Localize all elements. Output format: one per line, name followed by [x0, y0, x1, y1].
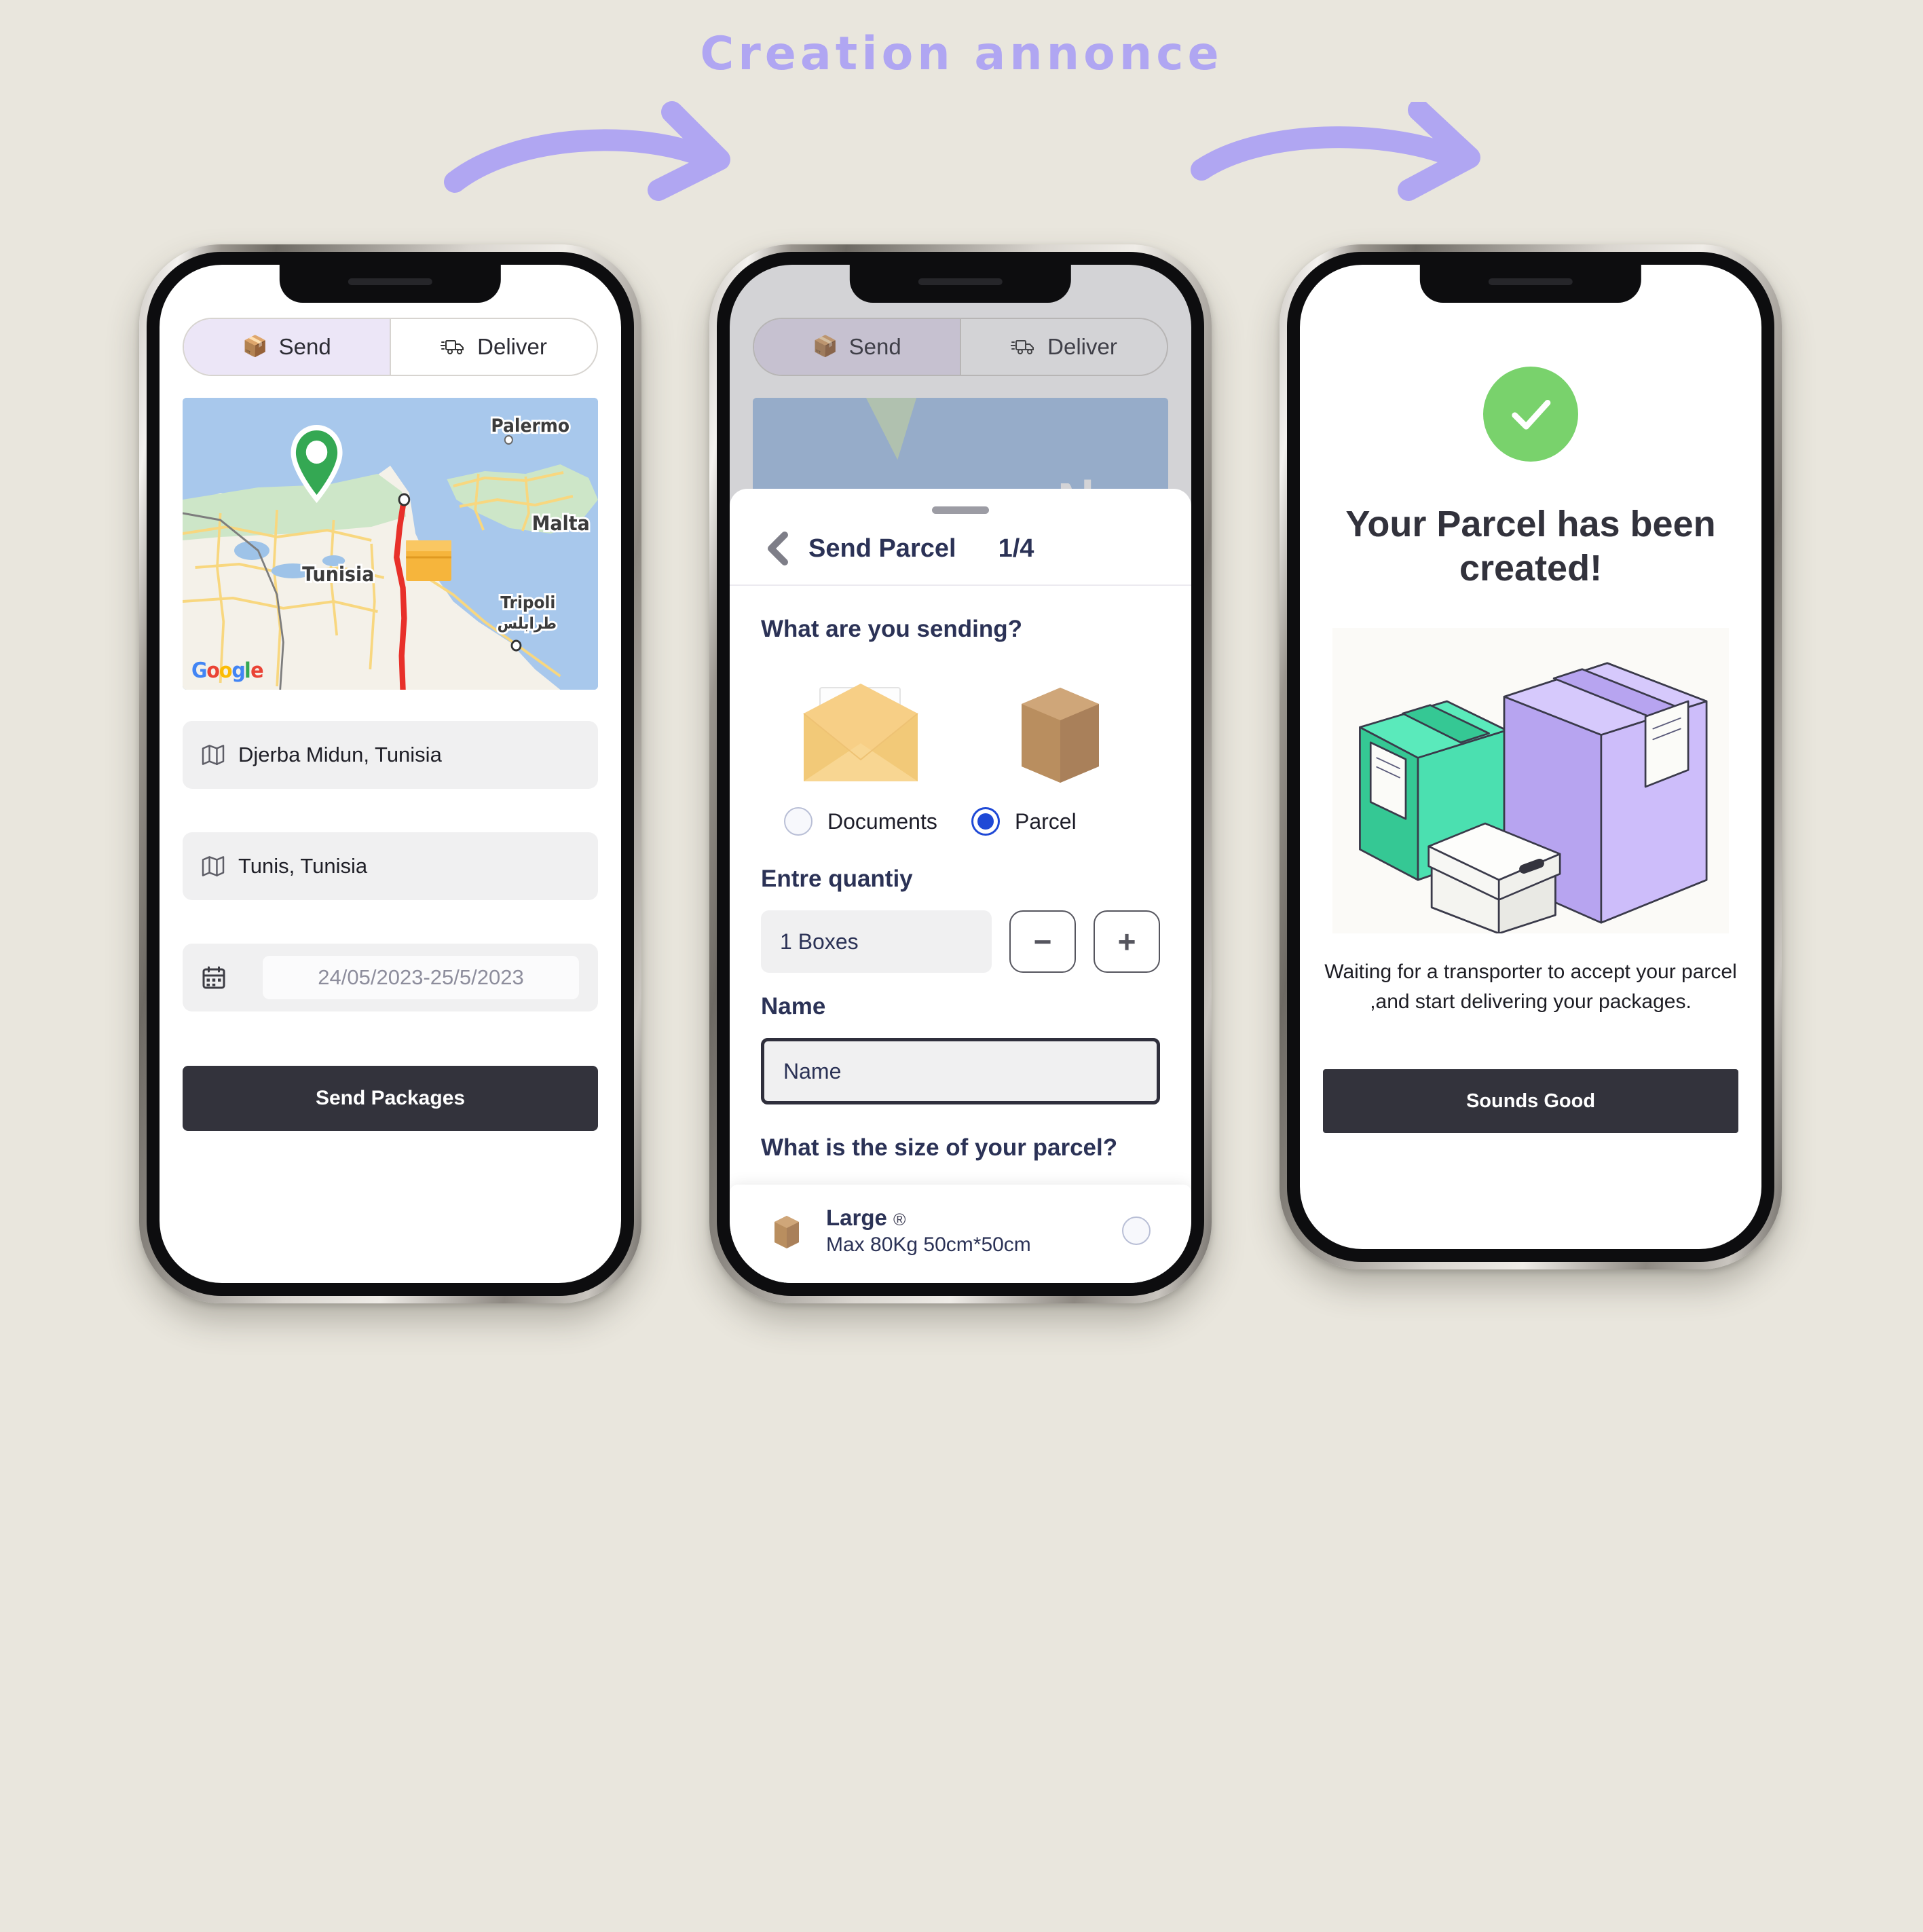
dropoff-location-value: Tunis, Tunisia [238, 854, 368, 878]
parcel-type-group: Documents Parcel [761, 666, 1160, 836]
date-range-field[interactable]: 24/05/2023-25/5/2023 [183, 944, 598, 1011]
svg-text:e: e [250, 658, 263, 683]
pickup-location-field[interactable]: Djerba Midun, Tunisia [183, 721, 598, 789]
quantity-stepper: 1 Boxes − + [761, 910, 1160, 973]
size-options-card: Large ® Max 80Kg 50cm*50cm XLarge ® [730, 1185, 1191, 1283]
notch [849, 265, 1072, 303]
package-marker [406, 540, 451, 581]
sending-question: What are you sending? [761, 616, 1023, 642]
send-packages-button[interactable]: Send Packages [183, 1066, 598, 1131]
phone-1-screen: 📦 Send Deliver Palermo Malta Tunisia Tri… [160, 265, 621, 1283]
route-map[interactable]: Palermo Malta Tunisia Tripoli طرابلس Go … [183, 398, 598, 690]
parcel-label: Parcel [1015, 809, 1077, 834]
envelope-icon [793, 666, 929, 787]
phone-3-screen: Your Parcel has been created! Waiting fo… [1300, 265, 1761, 1249]
speaker-grill [918, 278, 1003, 285]
documents-label: Documents [827, 809, 937, 834]
registered-icon: ® [893, 1210, 906, 1229]
name-input[interactable]: Name [761, 1038, 1160, 1104]
speaker-grill [348, 278, 432, 285]
phone-1-frame: 📦 Send Deliver Palermo Malta Tunisia Tri… [139, 244, 641, 1303]
documents-radio-row[interactable]: Documents [784, 807, 937, 836]
svg-text:Malta: Malta [532, 512, 590, 535]
sounds-good-button[interactable]: Sounds Good [1323, 1069, 1738, 1133]
truck-icon [441, 338, 466, 356]
date-range-value: 24/05/2023-25/5/2023 [263, 956, 579, 999]
phone-3-bezel: Your Parcel has been created! Waiting fo… [1287, 252, 1774, 1262]
sheet-header: Send Parcel 1/4 [730, 514, 1191, 586]
tab-deliver[interactable]: Deliver [390, 319, 597, 375]
phone-2-screen: 📦 Send Deliver Send Parcel 1/4 What are … [730, 265, 1191, 1283]
box-icon [770, 1212, 806, 1249]
dropoff-location-field[interactable]: Tunis, Tunisia [183, 832, 598, 900]
tab-send-label: Send [278, 334, 331, 359]
notch [1419, 265, 1642, 303]
page-title: Creation annonce [700, 27, 1223, 81]
svg-text:g: g [231, 658, 246, 683]
sheet-title: Send Parcel [808, 534, 956, 563]
size-large-name: Large [826, 1205, 887, 1230]
svg-text:o: o [219, 658, 233, 683]
chevron-left-icon[interactable] [766, 532, 789, 565]
quantity-decrement-button[interactable]: − [1009, 910, 1076, 973]
success-title: Your Parcel has been created! [1345, 504, 1716, 589]
parcel-radio[interactable] [971, 807, 1000, 836]
documents-radio[interactable] [784, 807, 813, 836]
arrow-left-icon [434, 95, 760, 217]
calendar-icon [202, 965, 226, 990]
size-option-xlarge[interactable]: XLarge ® Max 155Kg 150cm*150cm [770, 1270, 1151, 1283]
phone-1-bezel: 📦 Send Deliver Palermo Malta Tunisia Tri… [147, 252, 634, 1296]
sheet-step-indicator: 1/4 [998, 534, 1034, 563]
svg-text:o: o [206, 658, 220, 683]
name-label: Name [761, 993, 826, 1020]
quantity-label: Entre quantiy [761, 866, 913, 892]
map-icon [202, 745, 225, 765]
type-option-documents[interactable]: Documents [761, 666, 960, 836]
phone-2-bezel: 📦 Send Deliver Send Parcel 1/4 What are … [717, 252, 1204, 1296]
notch [279, 265, 502, 303]
svg-text:Palermo: Palermo [491, 415, 570, 436]
svg-text:طرابلس: طرابلس [498, 614, 557, 633]
package-icon: 📦 [242, 335, 268, 358]
parcel-boxes-illustration [1332, 628, 1730, 933]
size-large-spec: Max 80Kg 50cm*50cm [826, 1233, 1031, 1256]
parcel-radio-row[interactable]: Parcel [971, 807, 1077, 836]
box-icon [1009, 666, 1111, 787]
svg-text:G: G [191, 658, 208, 683]
size-option-large[interactable]: Large ® Max 80Kg 50cm*50cm [770, 1191, 1151, 1270]
pickup-location-value: Djerba Midun, Tunisia [238, 743, 442, 766]
quantity-input[interactable]: 1 Boxes [761, 910, 992, 973]
sheet-body: What are you sending? Documents Parcel E… [730, 616, 1191, 1283]
type-option-parcel[interactable]: Parcel [960, 666, 1160, 836]
tab-deliver-label: Deliver [477, 334, 547, 359]
check-circle-icon [1483, 367, 1578, 462]
status-message: Waiting for a transporter to accept your… [1324, 961, 1737, 1013]
size-large-radio[interactable] [1122, 1216, 1151, 1245]
speaker-grill [1488, 278, 1573, 285]
tab-send[interactable]: 📦 Send [184, 319, 390, 375]
quantity-increment-button[interactable]: + [1094, 910, 1160, 973]
map-icon [202, 856, 225, 876]
sheet-drag-handle[interactable] [932, 506, 989, 514]
phone-2-frame: 📦 Send Deliver Send Parcel 1/4 What are … [709, 244, 1212, 1303]
svg-text:Tripoli: Tripoli [500, 593, 555, 612]
send-parcel-sheet: Send Parcel 1/4 What are you sending? Do… [730, 489, 1191, 1283]
arrow-right-icon [1181, 102, 1507, 217]
svg-text:Tunisia: Tunisia [302, 563, 374, 586]
mode-tabs: 📦 Send Deliver [183, 318, 598, 376]
size-question: What is the size of your parcel? [761, 1134, 1118, 1161]
phone-3-frame: Your Parcel has been created! Waiting fo… [1280, 244, 1782, 1269]
